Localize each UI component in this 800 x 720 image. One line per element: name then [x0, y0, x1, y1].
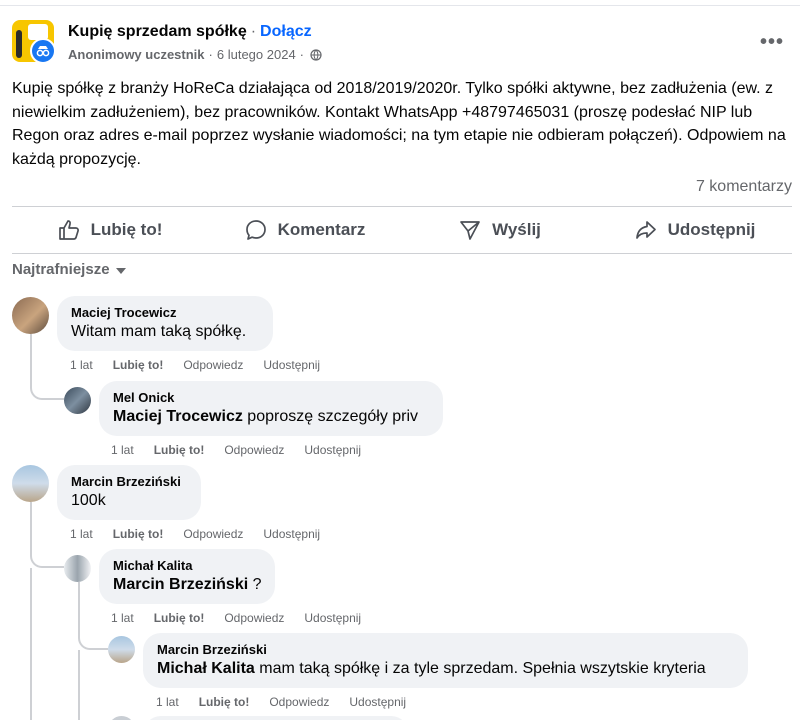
- separator-dot: ·: [208, 47, 213, 62]
- avatar[interactable]: [108, 716, 135, 720]
- comment-reply-button[interactable]: Odpowiedz: [224, 443, 284, 457]
- comment-bubble: Marcin Brzeziński Michał Kalita mam taką…: [143, 633, 748, 688]
- comment-author[interactable]: Michał Kalita: [113, 557, 261, 574]
- top-border: [0, 0, 800, 6]
- comment-like-button[interactable]: Lubię to!: [113, 527, 164, 541]
- comment-share-button[interactable]: Udostępnij: [304, 443, 361, 457]
- comment-text: 100k: [71, 492, 106, 509]
- comment-actions: 1 lat Lubię to! Odpowiedz Udostępnij: [70, 527, 340, 541]
- comment-reply-button[interactable]: Odpowiedz: [224, 611, 284, 625]
- comment-like-button[interactable]: Lubię to!: [113, 358, 164, 372]
- share-button[interactable]: Udostępnij: [597, 208, 792, 252]
- anonymous-member-icon: [30, 38, 56, 64]
- comment-bubble: Marcin Brzeziński 100k: [57, 465, 201, 520]
- reply-thread-line: [30, 502, 64, 568]
- comment-bubble: Maciej Trocewicz Witam mam taką spółkę.: [57, 296, 273, 351]
- comment-reply-button[interactable]: Odpowiedz: [269, 695, 329, 709]
- separator-dot: ·: [250, 23, 257, 40]
- separator-dot: ·: [299, 47, 305, 62]
- divider: [12, 253, 792, 254]
- comment-author[interactable]: Marcin Brzeziński: [157, 641, 734, 658]
- comment-body: poproszę szczegóły priv: [247, 408, 419, 425]
- sort-label: Najtrafniejsze: [12, 261, 110, 278]
- comment-sort-dropdown[interactable]: Najtrafniejsze: [12, 261, 126, 278]
- like-button-label: Lubię to!: [90, 220, 163, 239]
- post-actions-bar: Lubię to! Komentarz Wyślij Udostępnij: [12, 208, 792, 252]
- share-button-label: Udostępnij: [667, 220, 756, 239]
- post-text: Kupię spółkę z branży HoReCa działająca …: [12, 80, 786, 168]
- comment-time[interactable]: 1 lat: [156, 695, 179, 709]
- comment-mention[interactable]: Michał Kalita: [157, 660, 255, 677]
- comment-text: Witam mam taką spółkę.: [71, 323, 247, 340]
- reply-thread-line: [30, 334, 64, 400]
- send-icon: [460, 221, 480, 240]
- globe-icon: [310, 48, 322, 61]
- group-avatar-shape: [16, 30, 22, 58]
- comment-text: Michał Kalita mam taką spółkę i za tyle …: [157, 658, 734, 680]
- comment-author[interactable]: Marcin Brzeziński: [71, 473, 187, 490]
- reply-thread-line: [78, 650, 80, 720]
- comment-share-button[interactable]: Udostępnij: [349, 695, 406, 709]
- comment-like-button[interactable]: Lubię to!: [154, 443, 205, 457]
- comment-mention[interactable]: Marcin Brzeziński: [113, 576, 248, 593]
- comment-reply-button[interactable]: Odpowiedz: [183, 358, 243, 372]
- share-arrow-icon: [635, 221, 656, 239]
- comment-share-button[interactable]: Udostępnij: [263, 358, 320, 372]
- post-header: Kupię sprzedam spółkę · Dołącz: [68, 23, 312, 41]
- comment-button[interactable]: Komentarz: [207, 208, 402, 252]
- comments-count-link[interactable]: 7 komentarzy: [696, 178, 792, 196]
- avatar[interactable]: [64, 555, 91, 582]
- join-group-link[interactable]: Dołącz: [260, 23, 312, 40]
- post-author: Anonimowy uczestnik: [68, 47, 205, 62]
- thumbs-up-icon: [58, 220, 79, 240]
- comment-time[interactable]: 1 lat: [70, 527, 93, 541]
- comment-time[interactable]: 1 lat: [111, 611, 134, 625]
- post-meta: Anonimowy uczestnik · 6 lutego 2024 ·: [68, 47, 322, 62]
- post-date[interactable]: 6 lutego 2024: [217, 47, 296, 62]
- like-button[interactable]: Lubię to!: [12, 208, 207, 252]
- avatar[interactable]: [12, 297, 49, 334]
- comment-author[interactable]: Maciej Trocewicz: [71, 304, 259, 321]
- comment-author[interactable]: Mel Onick: [113, 389, 429, 406]
- comment-bubble: Michał Kalita Marcin Brzeziński ?: [99, 549, 275, 604]
- comment-reply-button[interactable]: Odpowiedz: [183, 527, 243, 541]
- comment-mention[interactable]: Maciej Trocewicz: [113, 408, 243, 425]
- comment-button-label: Komentarz: [277, 220, 366, 239]
- comment-share-button[interactable]: Udostępnij: [304, 611, 361, 625]
- comment-body: mam taką spółkę i za tyle sprzedam. Speł…: [259, 660, 706, 677]
- more-options-button[interactable]: •••: [758, 28, 786, 56]
- comment-actions: 1 lat Lubię to! Odpowiedz Udostępnij: [70, 358, 340, 372]
- comment-time[interactable]: 1 lat: [70, 358, 93, 372]
- more-horizontal-icon: •••: [759, 30, 784, 53]
- avatar[interactable]: [108, 636, 135, 663]
- comment-actions: 1 lat Lubię to! Odpowiedz Udostępnij: [111, 611, 381, 625]
- comment-actions: 1 lat Lubię to! Odpowiedz Udostępnij: [156, 695, 426, 709]
- comment-actions: 1 lat Lubię to! Odpowiedz Udostępnij: [111, 443, 381, 457]
- send-button[interactable]: Wyślij: [402, 208, 597, 252]
- comment-text: Maciej Trocewicz poproszę szczegóły priv: [113, 406, 429, 428]
- comment-time[interactable]: 1 lat: [111, 443, 134, 457]
- comment-share-button[interactable]: Udostępnij: [263, 527, 320, 541]
- avatar[interactable]: [12, 465, 49, 502]
- group-name-link[interactable]: Kupię sprzedam spółkę: [68, 23, 247, 40]
- comment-body: ?: [252, 576, 262, 593]
- comment-bubble: Mel Onick Maciej Trocewicz poproszę szcz…: [99, 381, 443, 436]
- send-button-label: Wyślij: [492, 220, 541, 239]
- comment-bubble: [143, 716, 409, 720]
- divider: [12, 206, 792, 207]
- comment-bubble-icon: [245, 220, 266, 240]
- avatar[interactable]: [64, 387, 91, 414]
- comment-like-button[interactable]: Lubię to!: [199, 695, 250, 709]
- comment-like-button[interactable]: Lubię to!: [154, 611, 205, 625]
- reply-thread-line: [30, 568, 32, 720]
- caret-down-icon: [115, 267, 126, 274]
- comment-text: Marcin Brzeziński ?: [113, 574, 262, 596]
